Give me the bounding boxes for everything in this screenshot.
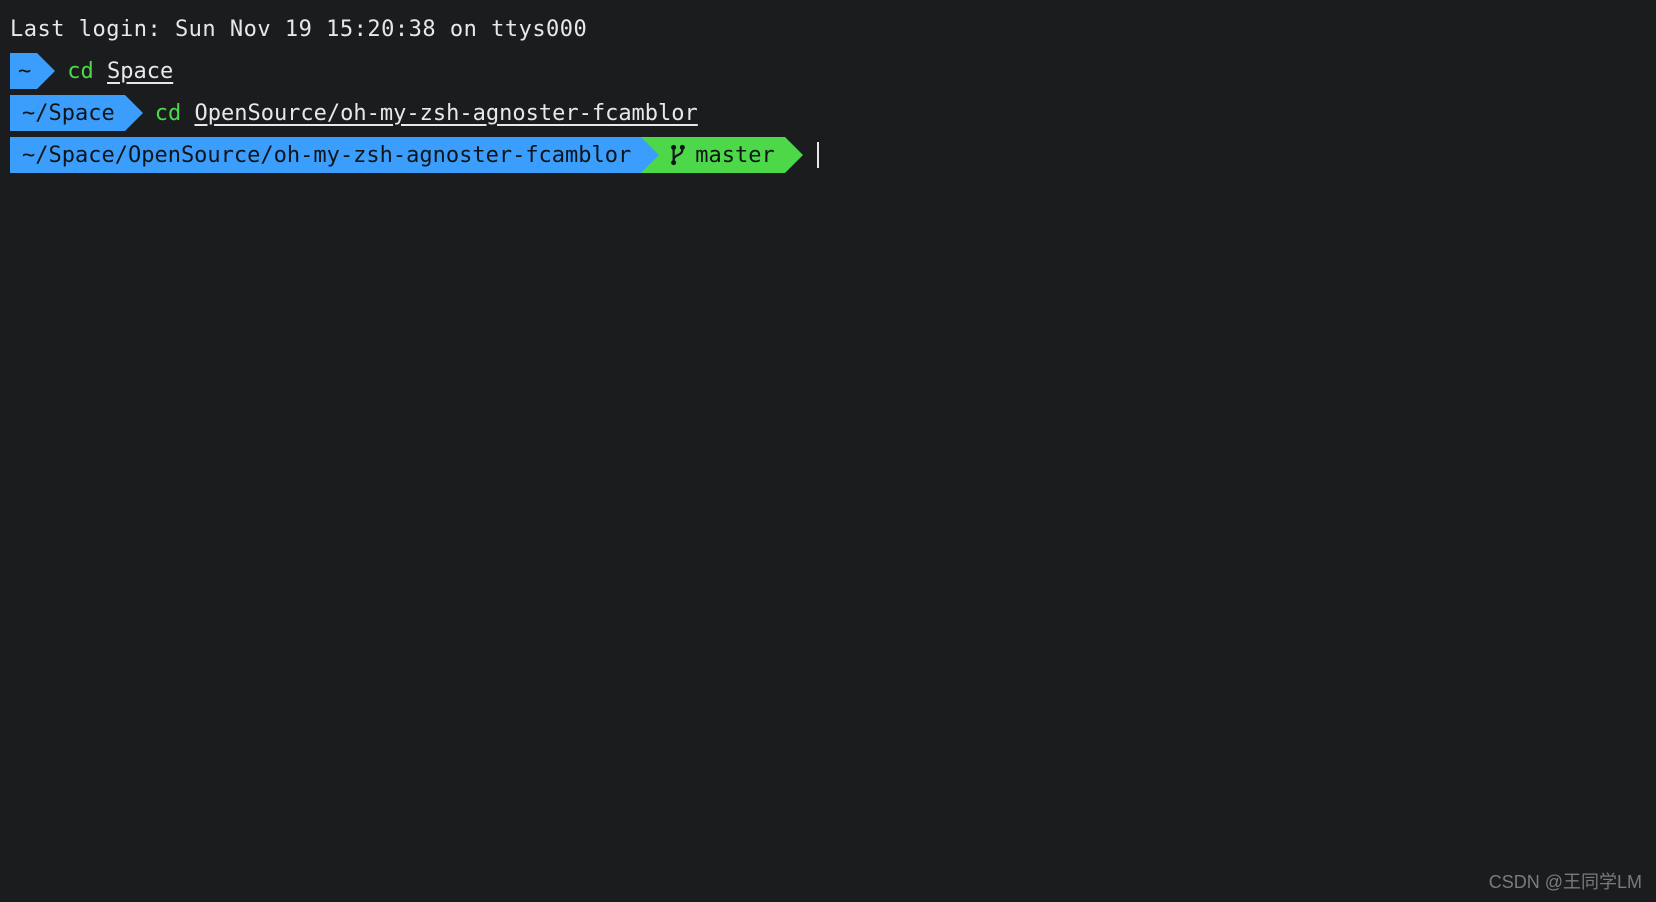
prompt-line-2[interactable]: ~/Space cd OpenSource/oh-my-zsh-agnoster… — [10, 92, 1646, 134]
cmd-name: cd — [67, 59, 94, 84]
path-text: ~/Space/OpenSource/oh-my-zsh-agnoster-fc… — [22, 143, 631, 168]
prompt-line-1[interactable]: ~ cd Space — [10, 50, 1646, 92]
git-branch-segment: master — [659, 137, 784, 173]
path-segment: ~ — [10, 53, 37, 89]
path-segment: ~/Space/OpenSource/oh-my-zsh-agnoster-fc… — [10, 137, 641, 173]
watermark: CSDN @王同学LM — [1489, 868, 1642, 894]
segment-arrow-icon — [641, 137, 659, 173]
segment-arrow-icon — [37, 53, 55, 89]
login-text: Last login: Sun Nov 19 15:20:38 on ttys0… — [10, 17, 587, 42]
login-message: Last login: Sun Nov 19 15:20:38 on ttys0… — [10, 8, 1646, 50]
path-text: ~ — [18, 59, 31, 84]
prompt-line-3[interactable]: ~/Space/OpenSource/oh-my-zsh-agnoster-fc… — [10, 134, 1646, 176]
cmd-arg: Space — [107, 59, 173, 84]
command: cd Space — [67, 59, 173, 84]
path-text: ~/Space — [22, 101, 115, 126]
command: cd OpenSource/oh-my-zsh-agnoster-fcamblo… — [155, 101, 698, 126]
segment-arrow-icon — [125, 95, 143, 131]
git-branch-name: master — [695, 143, 774, 168]
cmd-name: cd — [155, 101, 182, 126]
git-branch-icon — [669, 143, 687, 168]
cmd-arg: OpenSource/oh-my-zsh-agnoster-fcamblor — [194, 101, 697, 126]
segment-arrow-icon — [785, 137, 803, 173]
cursor — [817, 142, 819, 168]
path-segment: ~/Space — [10, 95, 125, 131]
